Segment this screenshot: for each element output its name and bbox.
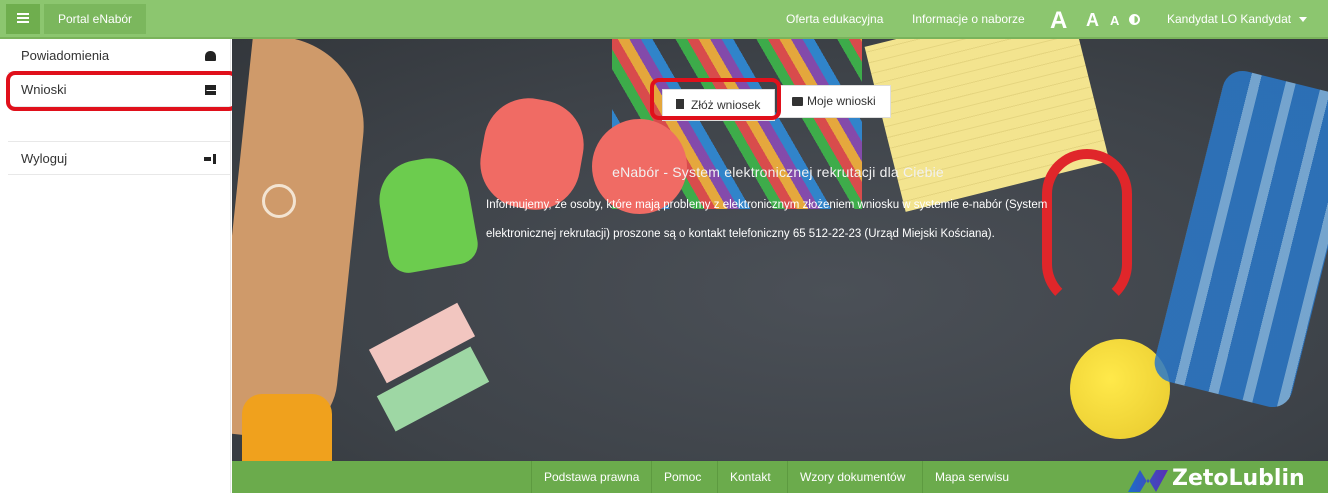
footer-link-podstawa-prawna[interactable]: Podstawa prawna <box>531 461 639 493</box>
font-size-small-button[interactable]: A <box>1110 13 1119 28</box>
footer-link-wzory-dokumentow[interactable]: Wzory dokumentów <box>787 461 905 493</box>
sidebar-item-powiadomienia[interactable]: Powiadomienia <box>8 39 230 73</box>
highlight-submit-application <box>650 78 781 120</box>
user-menu[interactable]: Kandydat LO Kandydat <box>1157 0 1317 39</box>
hero-title: eNabór - System elektronicznej rekrutacj… <box>612 164 944 180</box>
bell-icon <box>205 51 216 61</box>
nav-informacje-o-naborze[interactable]: Informacje o naborze <box>912 0 1025 39</box>
hamburger-icon <box>17 13 29 23</box>
sign-out-icon <box>204 154 216 164</box>
zetolublin-logo-text: ZetoLublin <box>1172 466 1305 491</box>
top-navbar: Portal eNabór Oferta edukacyjna Informac… <box>0 0 1328 39</box>
folder-icon <box>792 97 803 106</box>
hero-notice: Informujemy, że osoby, które mają proble… <box>486 199 1048 240</box>
sidebar-item-wyloguj[interactable]: Wyloguj <box>8 141 230 175</box>
rocket-decoration <box>232 39 373 445</box>
footer-link-mapa-serwisu[interactable]: Mapa serwisu <box>922 461 1009 493</box>
font-size-medium-button[interactable]: A <box>1086 10 1099 31</box>
letter-a-decoration <box>373 152 481 276</box>
my-applications-button[interactable]: Moje wnioski <box>778 85 891 118</box>
contrast-icon[interactable] <box>1129 14 1140 25</box>
test-tubes-decoration <box>1150 66 1328 412</box>
footer-link-kontakt[interactable]: Kontakt <box>717 461 771 493</box>
sidebar-item-label: Powiadomienia <box>21 48 110 63</box>
user-name: Kandydat LO Kandydat <box>1167 12 1292 26</box>
my-applications-label: Moje wnioski <box>807 94 876 108</box>
rocket-window-decoration <box>262 184 296 218</box>
orange-cup-decoration <box>242 394 332 461</box>
brand-link[interactable]: Portal eNabór <box>44 4 147 34</box>
chevron-down-icon <box>1299 17 1308 23</box>
font-size-large-button[interactable]: A <box>1050 7 1067 35</box>
highlight-wnioski <box>6 71 238 111</box>
footer-link-pomoc[interactable]: Pomoc <box>651 461 701 493</box>
menu-toggle-button[interactable] <box>6 4 40 34</box>
nav-oferta-edukacyjna[interactable]: Oferta edukacyjna <box>786 0 883 39</box>
sidebar-item-label: Wyloguj <box>21 151 68 166</box>
